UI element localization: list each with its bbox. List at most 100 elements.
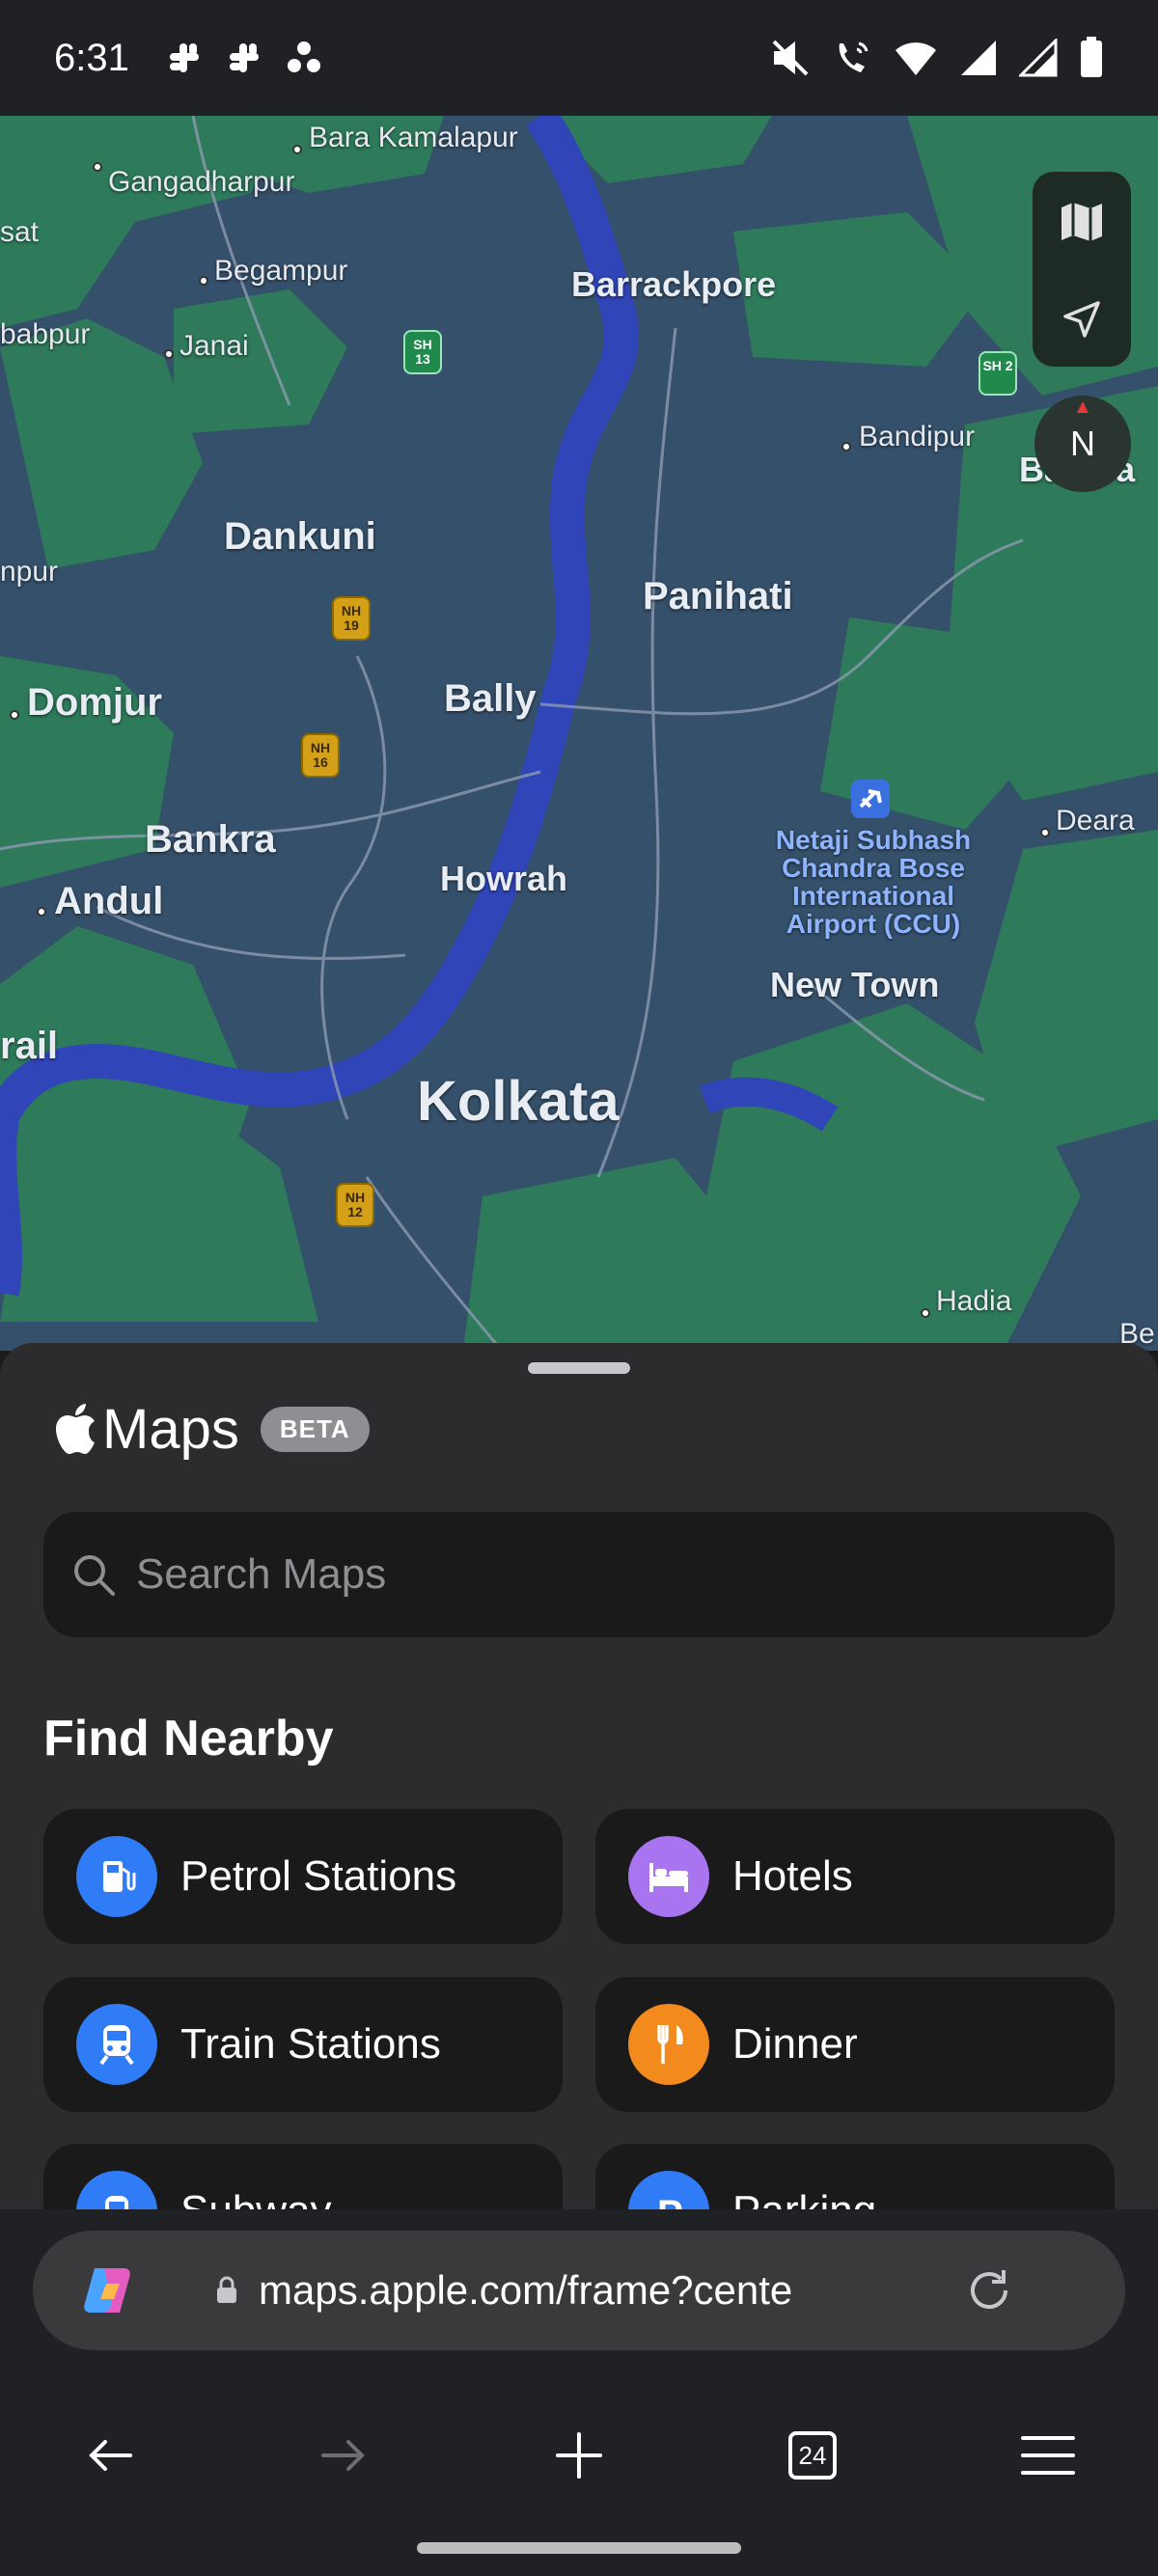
- nearby-label: Hotels: [732, 1852, 853, 1900]
- fuel-icon: [76, 1836, 157, 1917]
- address-bar[interactable]: maps.apple.com/frame?cente: [33, 2231, 1125, 2350]
- hamburger-menu-icon: [1021, 2436, 1075, 2475]
- forward-arrow-icon: [321, 2440, 365, 2471]
- place-label[interactable]: npur: [0, 556, 58, 589]
- tabs-button[interactable]: 24: [764, 2407, 861, 2504]
- sheet-drag-handle[interactable]: [528, 1362, 630, 1374]
- signal-icon: [1019, 39, 1058, 77]
- new-tab-button[interactable]: [531, 2407, 627, 2504]
- airport-label[interactable]: Netaji Subhash Chandra Bose Internationa…: [762, 826, 984, 938]
- plus-icon: [556, 2432, 602, 2479]
- nearby-hotels[interactable]: Hotels: [595, 1809, 1115, 1944]
- train-icon: [76, 2004, 157, 2085]
- road-shield: SH 2: [979, 351, 1017, 396]
- home-indicator[interactable]: [417, 2542, 741, 2554]
- compass-label: N: [1070, 424, 1095, 463]
- bed-icon: [628, 1836, 709, 1917]
- place-label[interactable]: New Town: [770, 965, 939, 1005]
- place-label[interactable]: Domjur: [27, 681, 162, 725]
- place-dot: [37, 907, 46, 917]
- nearby-label: Dinner: [732, 2020, 858, 2068]
- place-dot: [841, 442, 851, 452]
- back-button[interactable]: [62, 2407, 158, 2504]
- compass-button[interactable]: N: [1034, 396, 1131, 492]
- parking-icon: P: [628, 2171, 709, 2211]
- road-shield: NH 19: [332, 596, 371, 641]
- brand: Maps BETA: [54, 1397, 370, 1462]
- battery-icon: [1081, 37, 1102, 77]
- place-label[interactable]: Bankra: [145, 818, 276, 862]
- browser-nav-bar: 24: [0, 2402, 1158, 2508]
- status-time: 6:31: [54, 36, 129, 79]
- place-dot: [93, 162, 102, 172]
- place-label[interactable]: Bally: [444, 677, 537, 721]
- place-label[interactable]: sat: [0, 216, 39, 249]
- place-label[interactable]: Janai: [179, 330, 249, 363]
- map-mode-icon[interactable]: [1058, 198, 1106, 246]
- wifi-icon: [896, 42, 936, 75]
- status-bar: 6:31: [0, 0, 1158, 116]
- compass-tick: [1077, 401, 1089, 413]
- nearby-label: Petrol Stations: [180, 1852, 457, 1900]
- apple-logo-icon: [56, 1403, 95, 1454]
- nearby-parking[interactable]: P Parking: [595, 2144, 1115, 2211]
- place-label[interactable]: Deara: [1056, 805, 1135, 837]
- nearby-label: Parking: [732, 2187, 877, 2211]
- brand-name: Maps: [102, 1398, 239, 1461]
- road-shield: NH 16: [301, 733, 340, 778]
- signal-icon: [961, 41, 996, 75]
- copilot-icon[interactable]: [77, 2259, 141, 2322]
- bottom-sheet: Maps BETA Find Nearby Petrol Stations Ho…: [0, 1343, 1158, 2211]
- place-label[interactable]: rail: [0, 1025, 58, 1068]
- road-shield: NH 12: [336, 1183, 374, 1227]
- map-controls: [1033, 172, 1131, 367]
- wifi-calling-icon: [839, 41, 868, 72]
- place-dot: [199, 276, 208, 286]
- beta-badge: BETA: [260, 1407, 370, 1452]
- nearby-subway[interactable]: Subway: [43, 2144, 563, 2211]
- place-label[interactable]: Kolkata: [417, 1069, 620, 1134]
- nearby-label: Train Stations: [180, 2020, 441, 2068]
- place-label[interactable]: Bara Kamalapur: [309, 122, 518, 154]
- find-nearby-title: Find Nearby: [43, 1711, 334, 1767]
- place-label[interactable]: Panihati: [643, 575, 793, 618]
- airport-icon[interactable]: [851, 780, 890, 818]
- place-label[interactable]: Howrah: [440, 859, 567, 899]
- place-label[interactable]: Hadia: [936, 1285, 1011, 1318]
- subway-icon: [76, 2171, 157, 2211]
- place-dot: [292, 145, 302, 154]
- place-dot: [1040, 828, 1050, 837]
- menu-button[interactable]: [1000, 2407, 1096, 2504]
- nearby-petrol-stations[interactable]: Petrol Stations: [43, 1809, 563, 1944]
- search-icon: [74, 1555, 115, 1596]
- place-label[interactable]: Andul: [54, 880, 163, 923]
- nearby-dinner[interactable]: Dinner: [595, 1977, 1115, 2112]
- place-dot: [164, 349, 174, 359]
- place-dot: [10, 710, 19, 720]
- place-label[interactable]: babpur: [0, 318, 90, 351]
- location-arrow-icon[interactable]: [1060, 297, 1104, 342]
- road-shield: SH 13: [403, 330, 442, 374]
- place-label[interactable]: Gangadharpur: [108, 166, 294, 199]
- fork-knife-icon: [628, 2004, 709, 2085]
- place-label[interactable]: Barrackpore: [571, 264, 776, 305]
- nearby-train-stations[interactable]: Train Stations: [43, 1977, 563, 2112]
- tab-count: 24: [798, 2440, 827, 2470]
- reload-icon[interactable]: [963, 2264, 1015, 2316]
- map-view[interactable]: Bara Kamalapur Gangadharpur sat Begampur…: [0, 116, 1158, 1351]
- slack-icon: [229, 43, 259, 72]
- place-dot: [921, 1308, 930, 1318]
- mute-icon: [772, 40, 809, 76]
- nearby-label: Subway: [180, 2187, 332, 2211]
- forward-button[interactable]: [295, 2407, 392, 2504]
- url-text[interactable]: maps.apple.com/frame?cente: [259, 2267, 867, 2314]
- search-input[interactable]: [136, 1550, 1005, 1599]
- search-bar[interactable]: [43, 1512, 1115, 1637]
- place-label[interactable]: Bandipur: [859, 421, 975, 453]
- tab-count-box: 24: [788, 2431, 837, 2480]
- lock-icon: [217, 2276, 236, 2303]
- browser-bottom-bar: maps.apple.com/frame?cente 24: [0, 2209, 1158, 2576]
- place-label[interactable]: Begampur: [214, 255, 347, 288]
- place-label[interactable]: Dankuni: [224, 515, 376, 559]
- back-arrow-icon: [89, 2440, 132, 2471]
